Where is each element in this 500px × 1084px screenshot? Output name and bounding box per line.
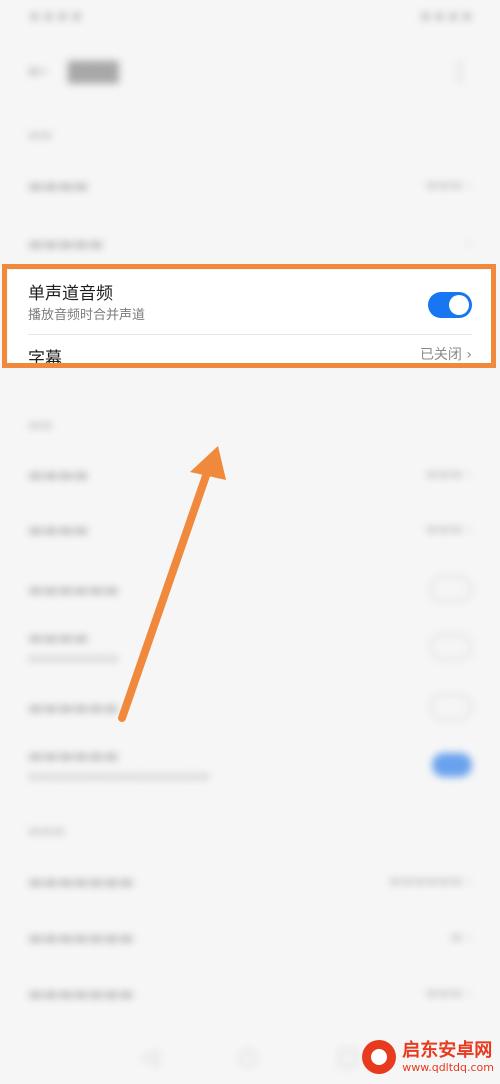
mono-audio-toggle[interactable] [428, 292, 472, 318]
row-label: ▬▬▬▬ [28, 465, 89, 484]
status-bar: ▪ ▪ ▪ ▪ ▪ ▪ ▪ ▪ [30, 8, 472, 28]
back-arrow-icon[interactable]: ← [28, 57, 68, 85]
watermark: 启东安卓网 www.qdltdq.com [362, 1040, 494, 1074]
row-label: ▬▬▬▬▬▬ [28, 697, 119, 717]
row-label: ▬▬▬▬▬▬ [28, 579, 119, 599]
nav-back-icon[interactable]: ◁ [142, 1045, 159, 1070]
watermark-logo-icon [362, 1040, 397, 1074]
row-value: ▬▬▬ › [425, 522, 472, 537]
toggle-switch[interactable] [430, 694, 472, 720]
row-label: ▬▬▬▬ [28, 176, 89, 195]
captions-value-group: 已关闭 › [420, 344, 472, 364]
settings-row[interactable]: ▬▬▬▬▬▬ [28, 694, 472, 720]
status-left: ▪ ▪ ▪ ▪ [30, 8, 82, 24]
captions-value: 已关闭 [419, 347, 462, 363]
section-label: ▬▬ [28, 418, 53, 433]
toggle-switch[interactable] [432, 752, 472, 777]
watermark-text: 启东安卓网 www.qdltdq.com [402, 1039, 494, 1074]
settings-row[interactable]: ▬▬▬▬▬▬▬ ▬▬▬ › [28, 984, 472, 1003]
page-title: ▇▇▇ [68, 58, 119, 84]
mono-audio-row[interactable]: 单声道音频 播放音频时合并声道 [28, 282, 472, 334]
section-label: ▬▬▬ [28, 824, 65, 839]
nav-home-icon[interactable]: ○ [238, 1045, 257, 1070]
divider [28, 334, 472, 335]
row-value: ▬▬▬▬▬▬ › [388, 874, 472, 889]
row-label: ▬▬▬▬▬▬ ▬▬▬▬▬▬▬▬▬▬▬▬▬▬▬▬ [28, 746, 210, 783]
settings-row[interactable]: ▬▬▬▬▬▬ [28, 576, 472, 602]
toggle-switch[interactable] [430, 633, 472, 660]
mono-audio-title: 单声道音频 [28, 284, 113, 304]
more-options-icon[interactable]: ⋮ [448, 57, 472, 85]
row-label: ▬▬▬▬ ▬▬▬▬▬▬▬▬ [28, 628, 119, 665]
chevron-right-icon: › [466, 347, 472, 363]
chevron-right-icon: › [466, 236, 472, 251]
settings-row[interactable]: ▬▬▬▬▬▬ ▬▬▬▬▬▬▬▬▬▬▬▬▬▬▬▬ [28, 746, 472, 783]
row-value: ▬▬▬ › [425, 467, 472, 482]
row-value: ▬▬▬ › [425, 986, 472, 1001]
settings-row[interactable]: ▬▬▬▬▬ › [28, 234, 472, 253]
top-app-bar: ← ▇▇▇ ⋮ [28, 56, 472, 86]
settings-row[interactable]: ▬▬▬▬▬▬▬ ▬▬▬▬▬▬ › [28, 872, 472, 891]
settings-row[interactable]: ▬▬▬▬ ▬▬▬ › [28, 465, 472, 484]
mono-audio-card: 单声道音频 播放音频时合并声道 字幕 已关闭 › [8, 270, 492, 366]
captions-row[interactable]: 字幕 已关闭 › [28, 344, 472, 366]
nav-recents-icon[interactable]: □ [338, 1045, 359, 1070]
settings-row[interactable]: ▬▬▬▬ ▬▬▬ › [28, 520, 472, 539]
settings-row[interactable]: ▬▬▬▬▬▬▬ ▬ › [28, 928, 472, 947]
status-right: ▪ ▪ ▪ ▪ [420, 8, 472, 24]
toggle-knob [449, 295, 469, 315]
section-label: ▬▬ [28, 128, 53, 143]
watermark-name: 启东安卓网 [402, 1039, 493, 1061]
watermark-url: www.qdltdq.com [402, 1060, 494, 1074]
mono-audio-subtitle: 播放音频时合并声道 [28, 308, 146, 323]
row-label: ▬▬▬▬▬▬▬ [28, 872, 134, 891]
settings-row[interactable]: ▬▬▬▬ ▬▬▬ › [28, 176, 472, 195]
blurred-background: ▪ ▪ ▪ ▪ ▪ ▪ ▪ ▪ ← ▇▇▇ ⋮ ▬▬ ▬▬▬▬ ▬▬▬ › ▬▬… [0, 0, 500, 1084]
row-label: ▬▬▬▬▬▬▬ [28, 984, 134, 1003]
captions-label: 字幕 [28, 349, 62, 366]
row-value: ▬ › [450, 930, 472, 945]
row-label: ▬▬▬▬▬▬▬ [28, 928, 134, 947]
row-value: ▬▬▬ › [425, 178, 472, 193]
accessibility-settings-screen: ▪ ▪ ▪ ▪ ▪ ▪ ▪ ▪ ← ▇▇▇ ⋮ ▬▬ ▬▬▬▬ ▬▬▬ › ▬▬… [0, 0, 500, 1084]
row-label: ▬▬▬▬ [28, 520, 89, 539]
row-label: ▬▬▬▬▬ [28, 234, 104, 253]
toggle-switch[interactable] [430, 576, 472, 602]
settings-row[interactable]: ▬▬▬▬ ▬▬▬▬▬▬▬▬ [28, 628, 472, 665]
